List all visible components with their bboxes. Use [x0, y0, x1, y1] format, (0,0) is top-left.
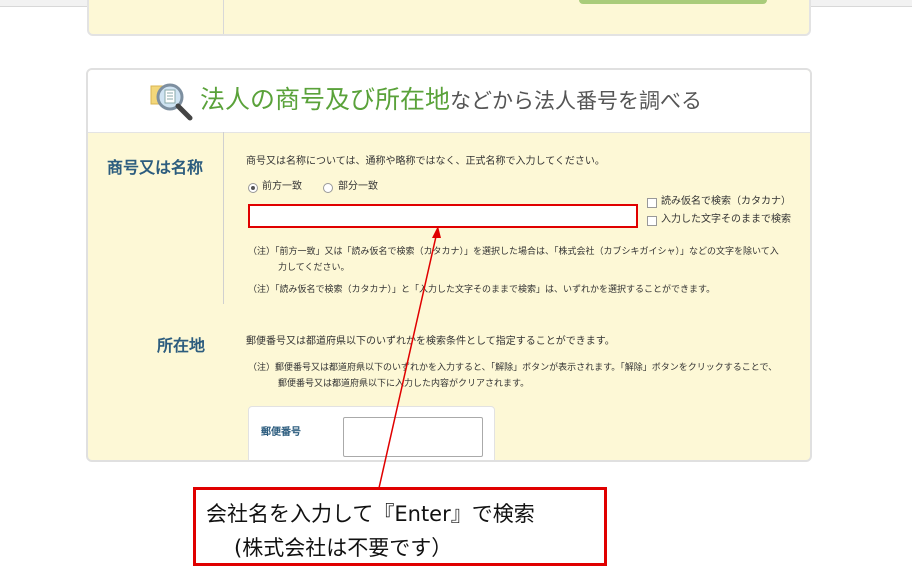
postal-code-box: 郵便番号	[248, 406, 495, 460]
previous-divider	[223, 0, 224, 34]
name-note1-line1: （注）「前方一致」又は「読み仮名で検索（カタカナ）」を選択した場合は、「株式会社…	[248, 247, 779, 257]
company-name-input[interactable]	[248, 204, 638, 228]
name-section-label: 商号又は名称	[107, 158, 204, 177]
postal-code-label: 郵便番号	[261, 427, 301, 438]
address-note-line2: 郵便番号又は都道府県以下に入力した内容がクリアされます。	[278, 379, 530, 389]
address-section-label: 所在地	[157, 336, 206, 355]
title-highlight: 法人の商号及び所在地	[200, 85, 451, 114]
magnifier-building-icon	[150, 83, 193, 121]
address-instruction: 郵便番号又は都道府県以下のいずれかを検索条件として指定することができます。	[246, 336, 615, 347]
radio-prefix-label: 前方一致	[262, 181, 302, 192]
section-divider	[223, 132, 224, 304]
name-note2: （注）「読み仮名で検索（カタカナ）」と「入力した文字そのままで検索」は、いずれか…	[248, 285, 716, 295]
search-panel: 法人の商号及び所在地などから法人番号を調べる 商号又は名称 商号又は名称について…	[86, 68, 812, 462]
kana-search-checkbox[interactable]	[647, 198, 657, 208]
page-title: 法人の商号及び所在地などから法人番号を調べる	[200, 82, 702, 119]
radio-partial-match[interactable]	[323, 183, 333, 193]
title-rest: などから法人番号を調べる	[450, 89, 703, 113]
previous-section-panel	[87, 0, 811, 36]
callout-line1: 会社名を入力して『Enter』で検索	[206, 502, 535, 526]
radio-partial-label: 部分一致	[338, 181, 378, 192]
previous-search-button[interactable]	[579, 0, 767, 4]
name-instruction: 商号又は名称については、通称や略称ではなく、正式名称で入力してください。	[246, 156, 605, 167]
callout-line2: (株式会社は不要です）	[234, 536, 453, 560]
radio-prefix-match[interactable]	[248, 183, 258, 193]
postal-code-input[interactable]	[343, 417, 483, 457]
exact-search-label: 入力した文字そのままで検索	[661, 214, 791, 225]
annotation-callout: 会社名を入力して『Enter』で検索 (株式会社は不要です）	[193, 487, 607, 566]
kana-search-label: 読み仮名で検索（カタカナ）	[661, 196, 791, 207]
exact-search-checkbox[interactable]	[647, 216, 657, 226]
panel-header: 法人の商号及び所在地などから法人番号を調べる	[88, 70, 810, 133]
address-note-line1: （注）郵便番号又は都道府県以下のいずれかを入力すると、「解除」ボタンが表示されま…	[248, 363, 778, 373]
name-note1-line2: 力してください。	[278, 263, 350, 273]
